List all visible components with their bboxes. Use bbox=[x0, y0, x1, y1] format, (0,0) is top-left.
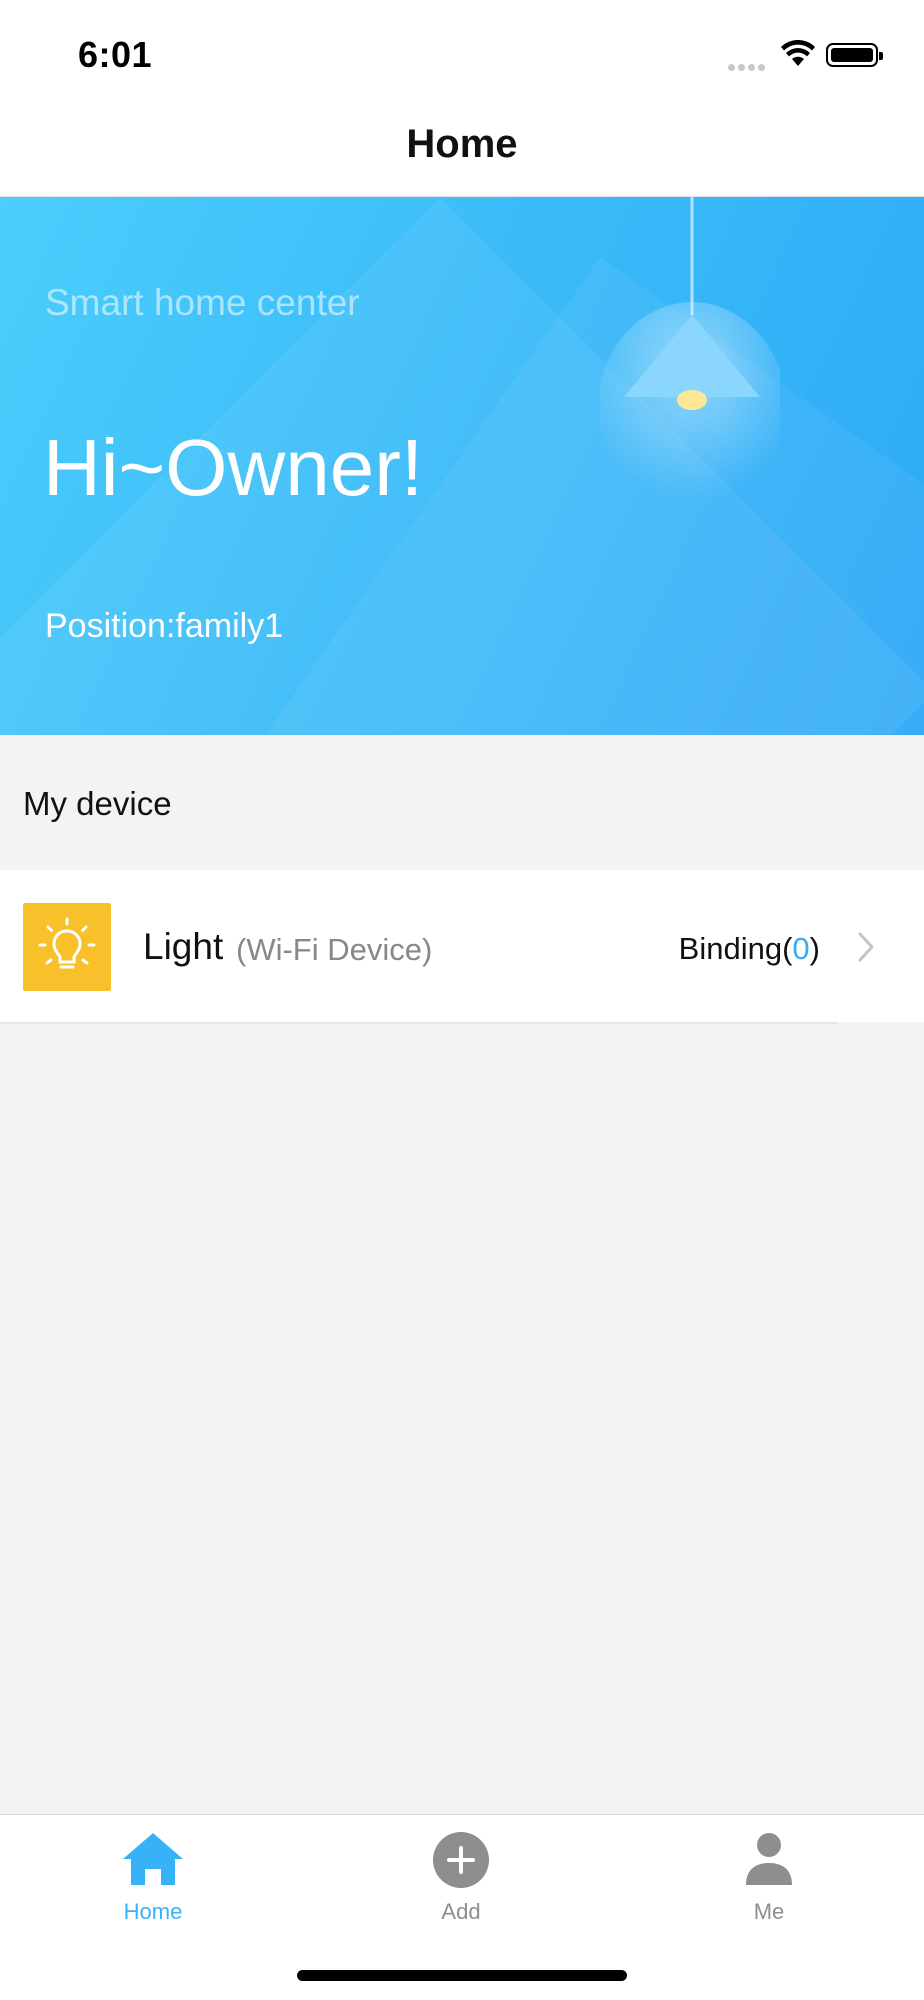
binding-count: 0 bbox=[792, 931, 810, 966]
banner-subtitle: Smart home center bbox=[45, 282, 360, 323]
cellular-signal-icon bbox=[728, 58, 770, 71]
tab-me[interactable]: Me bbox=[689, 1815, 849, 1945]
home-icon bbox=[123, 1833, 183, 1885]
tab-label: Me bbox=[753, 1899, 785, 1924]
person-icon bbox=[746, 1833, 792, 1885]
add-icon bbox=[433, 1832, 489, 1888]
lightbulb-icon bbox=[23, 903, 111, 991]
banner-greeting: Hi~Owner! bbox=[43, 423, 424, 512]
pendant-lamp-icon bbox=[600, 197, 780, 522]
device-type: (Wi-Fi Device) bbox=[236, 932, 433, 967]
welcome-banner: Smart home center Hi~Owner! Position:fam… bbox=[0, 197, 924, 735]
binding-prefix: Binding( bbox=[678, 931, 793, 966]
status-time: 6:01 bbox=[78, 34, 153, 75]
row-divider bbox=[0, 1022, 838, 1024]
device-name: Light bbox=[143, 926, 224, 967]
tab-add[interactable]: Add bbox=[381, 1815, 541, 1945]
app-screen: 6:01 Home Smart home center Hi~Owner! Po… bbox=[0, 0, 924, 2000]
banner-position: Position:family1 bbox=[45, 607, 284, 645]
tab-home[interactable]: Home bbox=[73, 1815, 233, 1945]
tab-label: Home bbox=[123, 1899, 183, 1924]
tab-label: Add bbox=[441, 1899, 481, 1924]
home-indicator[interactable] bbox=[297, 1970, 627, 1981]
wifi-icon bbox=[781, 40, 815, 66]
binding-suffix: ) bbox=[809, 931, 820, 966]
navigation-bar: Home bbox=[0, 100, 924, 197]
page-title: Home bbox=[406, 122, 518, 166]
status-bar: 6:01 bbox=[0, 0, 924, 100]
device-row-light[interactable]: Light (Wi-Fi Device) Binding(0) bbox=[0, 870, 924, 1022]
section-label: My device bbox=[23, 785, 172, 822]
battery-icon bbox=[826, 43, 883, 67]
chevron-right-icon bbox=[858, 932, 874, 962]
binding-status: Binding(0) bbox=[679, 931, 820, 967]
my-device-section-header: My device bbox=[0, 735, 924, 869]
